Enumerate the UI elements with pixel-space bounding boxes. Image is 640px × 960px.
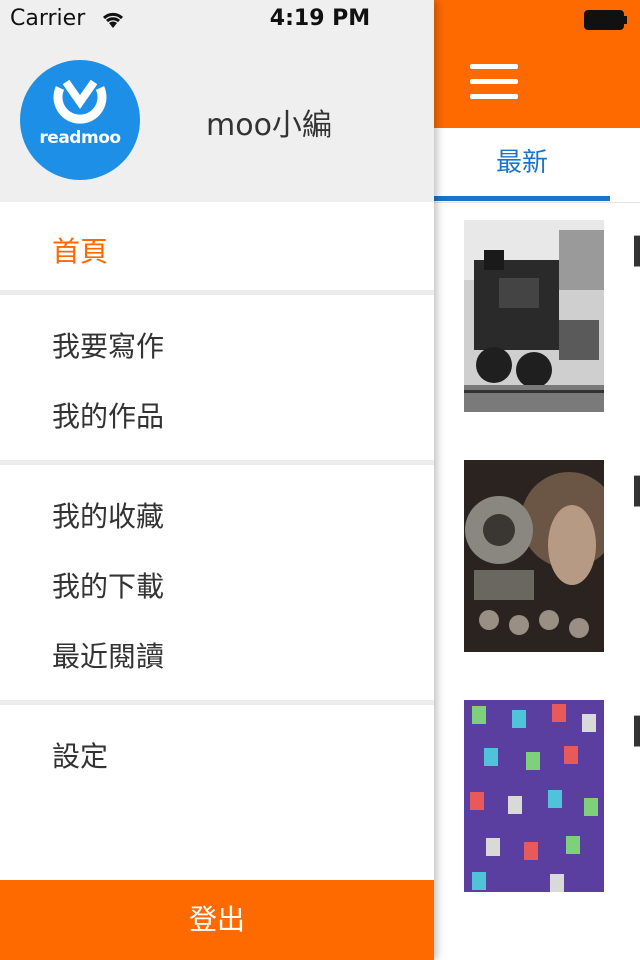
- logo-wordmark: readmoo: [39, 128, 121, 148]
- tab-bar: 最新: [434, 128, 640, 203]
- menu-item-my-works[interactable]: 我的作品: [52, 395, 164, 435]
- menu-divider: [0, 290, 434, 295]
- menu-item-write[interactable]: 我要寫作: [52, 325, 164, 365]
- tab-latest[interactable]: 最新: [434, 128, 610, 198]
- book-cover: [464, 700, 604, 892]
- tab-underline: [434, 196, 610, 201]
- book-title-clipped: ▌: [634, 232, 640, 272]
- book-list-item[interactable]: ▌: [464, 220, 640, 414]
- top-navbar: [434, 0, 640, 128]
- book-cover: [464, 220, 604, 412]
- menu-icon[interactable]: [470, 64, 518, 100]
- book-title-clipped: ▌: [634, 712, 640, 752]
- side-drawer: readmoo moo小編 首頁 我要寫作 我的作品 我的收藏 我的下載 最近閱…: [0, 0, 434, 960]
- book-list-item[interactable]: ▌: [464, 460, 640, 654]
- menu-item-recent[interactable]: 最近閱讀: [52, 635, 164, 675]
- avatar[interactable]: readmoo: [20, 60, 140, 180]
- menu-item-downloads[interactable]: 我的下載: [52, 565, 164, 605]
- book-title-clipped: ▌: [634, 472, 640, 512]
- profile-header: readmoo moo小編: [0, 0, 434, 202]
- book-cover: [464, 460, 604, 652]
- battery-icon: [584, 10, 627, 30]
- username: moo小編: [206, 108, 332, 143]
- menu-item-home[interactable]: 首頁: [52, 230, 108, 270]
- main-panel: 最新 ▌: [434, 0, 640, 960]
- readmoo-logo-icon: [53, 79, 107, 124]
- menu-divider: [0, 700, 434, 705]
- book-list-item[interactable]: ▌: [464, 700, 640, 894]
- menu-divider: [0, 460, 434, 465]
- logout-button[interactable]: 登出: [0, 880, 434, 960]
- menu-item-settings[interactable]: 設定: [52, 735, 108, 775]
- menu-item-favorites[interactable]: 我的收藏: [52, 495, 164, 535]
